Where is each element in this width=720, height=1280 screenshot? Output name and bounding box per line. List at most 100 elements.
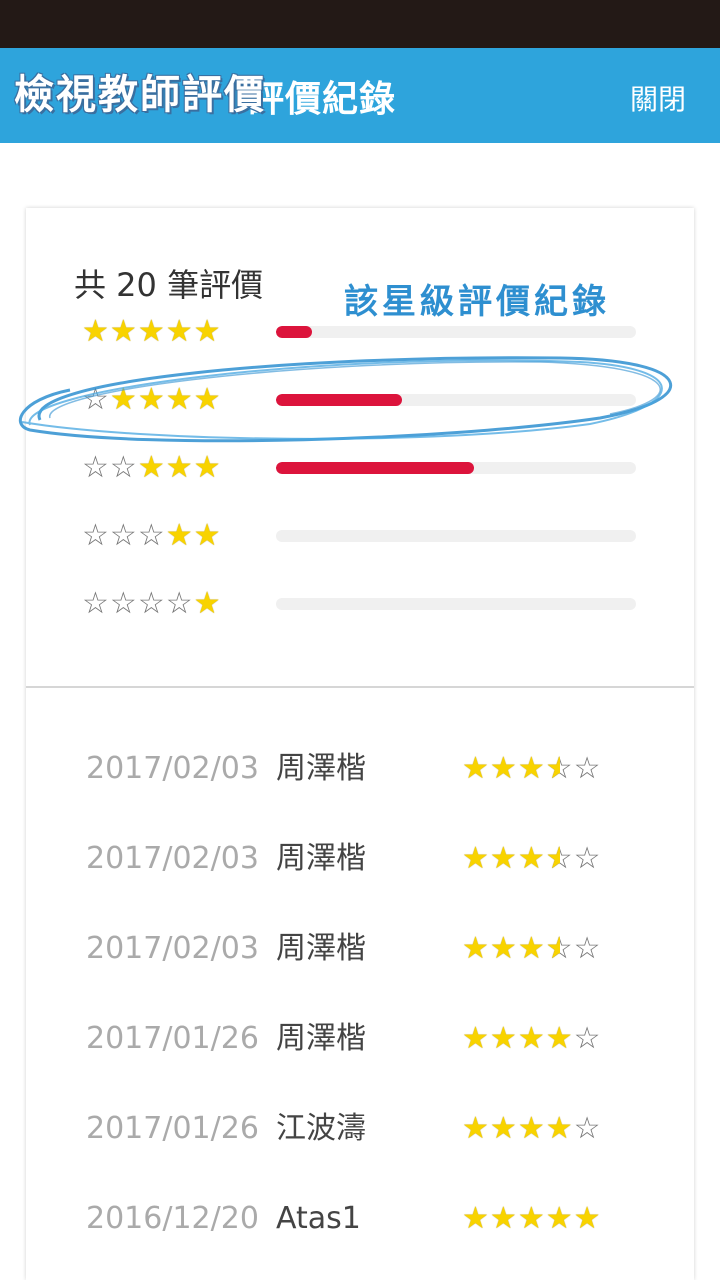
star-half-icon: ☆ bbox=[546, 744, 574, 794]
review-date: 2017/02/03 bbox=[86, 841, 259, 876]
review-rating-stars: ★★★☆☆ bbox=[462, 744, 602, 794]
star-outline-icon: ☆ bbox=[82, 450, 110, 485]
review-row[interactable]: 2017/02/03周澤楷★★★☆☆ bbox=[86, 744, 666, 794]
star-outline-icon: ☆ bbox=[82, 382, 110, 417]
review-rating-stars: ★★★★☆ bbox=[462, 1014, 602, 1064]
page-title: 評價紀錄 bbox=[248, 79, 397, 120]
star-filled-icon: ★ bbox=[462, 1201, 490, 1236]
review-rating-stars: ★★★★☆ bbox=[462, 1104, 602, 1154]
review-student-name: 周澤楷 bbox=[276, 841, 366, 876]
review-student-name: 周澤楷 bbox=[276, 751, 366, 786]
rating-row-4-star[interactable]: ☆★★★★ bbox=[82, 380, 642, 420]
rating-row-stars: ★★★★★ bbox=[82, 312, 222, 352]
star-outline-icon: ☆ bbox=[109, 450, 138, 485]
star-half-icon: ☆ bbox=[546, 834, 574, 884]
review-date: 2017/02/03 bbox=[86, 931, 259, 966]
review-row[interactable]: 2017/01/26 周澤楷 ★★★★☆ bbox=[86, 1014, 666, 1064]
app-header: 評價紀錄 檢視教師評價 關閉 bbox=[0, 48, 720, 143]
star-filled-icon: ★ bbox=[517, 841, 546, 876]
review-student-name: 江波濤 bbox=[276, 1111, 366, 1146]
review-row[interactable]: 2017/01/26 江波濤 ★★★★☆ bbox=[86, 1104, 666, 1154]
star-outline-icon: ☆ bbox=[137, 518, 166, 553]
star-filled-icon: ★ bbox=[462, 751, 490, 786]
status-bar bbox=[0, 0, 720, 48]
rating-bar-track bbox=[276, 462, 636, 474]
rating-row-5-star[interactable]: ★★★★★ bbox=[82, 312, 642, 352]
star-filled-icon: ★ bbox=[545, 1111, 574, 1146]
star-filled-icon: ★ bbox=[517, 1021, 546, 1056]
review-row[interactable]: 2017/02/03周澤楷★★★☆☆ bbox=[86, 924, 666, 974]
review-rating-stars: ★★★☆☆ bbox=[462, 834, 602, 884]
rating-row-stars: ☆☆☆★★ bbox=[82, 516, 222, 556]
star-filled-icon: ★ bbox=[545, 1021, 574, 1056]
star-filled-icon: ★ bbox=[573, 1201, 602, 1236]
star-filled-icon: ★ bbox=[165, 314, 194, 349]
star-outline-icon: ☆ bbox=[109, 518, 138, 553]
divider bbox=[26, 686, 694, 688]
star-filled-icon: ★ bbox=[489, 1021, 518, 1056]
star-filled-icon: ★ bbox=[109, 382, 138, 417]
star-filled-icon: ★ bbox=[193, 450, 222, 485]
review-date: 2016/12/20 bbox=[86, 1201, 259, 1236]
star-outline-icon: ☆ bbox=[82, 586, 110, 621]
review-rating-stars: ★★★☆☆ bbox=[462, 924, 602, 974]
star-outline-icon: ☆ bbox=[573, 931, 602, 966]
star-filled-icon: ★ bbox=[165, 382, 194, 417]
ratings-card: 共 20 筆評價 該星級評價紀錄 ★★★★★ ☆★★★★ ☆☆★★★ ☆☆☆★★ ☆☆☆… bbox=[26, 208, 694, 1280]
rating-row-1-star[interactable]: ☆☆☆☆★ bbox=[82, 584, 642, 624]
star-half-icon: ☆ bbox=[546, 924, 574, 974]
review-row[interactable]: 2017/02/03周澤楷★★★☆☆ bbox=[86, 834, 666, 884]
review-date: 2017/01/26 bbox=[86, 1111, 259, 1146]
star-outline-icon: ☆ bbox=[82, 518, 110, 553]
star-filled-icon: ★ bbox=[462, 931, 490, 966]
star-filled-icon: ★ bbox=[137, 314, 166, 349]
rating-row-2-star[interactable]: ☆☆☆★★ bbox=[82, 516, 642, 556]
handwritten-annotation-title: 檢視教師評價 bbox=[14, 72, 266, 118]
rating-bar-track bbox=[276, 394, 636, 406]
review-student-name: 周澤楷 bbox=[276, 1021, 366, 1056]
star-filled-icon: ★ bbox=[137, 382, 166, 417]
star-filled-icon: ★ bbox=[109, 314, 138, 349]
star-filled-icon: ★ bbox=[489, 1201, 518, 1236]
star-filled-icon: ★ bbox=[489, 751, 518, 786]
star-filled-icon: ★ bbox=[82, 314, 110, 349]
star-filled-icon: ★ bbox=[193, 518, 222, 553]
star-filled-icon: ★ bbox=[517, 931, 546, 966]
review-date: 2017/01/26 bbox=[86, 1021, 259, 1056]
star-outline-icon: ☆ bbox=[109, 586, 138, 621]
close-button[interactable]: 關閉 bbox=[630, 78, 686, 118]
star-filled-icon: ★ bbox=[489, 931, 518, 966]
star-outline-icon: ☆ bbox=[573, 1021, 602, 1056]
star-filled-icon: ★ bbox=[193, 586, 222, 621]
review-row[interactable]: 2016/12/20 Atas1 ★★★★★ bbox=[86, 1194, 666, 1244]
rating-bar-track bbox=[276, 326, 636, 338]
star-filled-icon: ★ bbox=[462, 841, 490, 876]
rating-row-stars: ☆☆☆☆★ bbox=[82, 584, 222, 624]
star-filled-icon: ★ bbox=[517, 1201, 546, 1236]
rating-bar-fill bbox=[276, 462, 474, 474]
star-filled-icon: ★ bbox=[165, 518, 194, 553]
ratings-count-title: 共 20 筆評價 bbox=[74, 266, 264, 304]
star-filled-icon: ★ bbox=[462, 1021, 490, 1056]
rating-bar-track bbox=[276, 598, 636, 610]
rating-row-3-star[interactable]: ☆☆★★★ bbox=[82, 448, 642, 488]
star-outline-icon: ☆ bbox=[573, 751, 602, 786]
rating-bar-fill bbox=[276, 326, 312, 338]
star-filled-icon: ★ bbox=[137, 450, 166, 485]
star-filled-icon: ★ bbox=[462, 1111, 490, 1146]
star-outline-icon: ☆ bbox=[573, 1111, 602, 1146]
star-outline-icon: ☆ bbox=[137, 586, 166, 621]
star-filled-icon: ★ bbox=[517, 1111, 546, 1146]
review-rating-stars: ★★★★★ bbox=[462, 1194, 602, 1244]
rating-bar-fill bbox=[276, 394, 402, 406]
review-student-name: 周澤楷 bbox=[276, 931, 366, 966]
star-filled-icon: ★ bbox=[545, 1201, 574, 1236]
star-filled-icon: ★ bbox=[489, 841, 518, 876]
star-filled-icon: ★ bbox=[489, 1111, 518, 1146]
review-date: 2017/02/03 bbox=[86, 751, 259, 786]
star-outline-icon: ☆ bbox=[573, 841, 602, 876]
rating-bar-track bbox=[276, 530, 636, 542]
rating-row-stars: ☆★★★★ bbox=[82, 380, 222, 420]
star-filled-icon: ★ bbox=[165, 450, 194, 485]
star-outline-icon: ☆ bbox=[165, 586, 194, 621]
